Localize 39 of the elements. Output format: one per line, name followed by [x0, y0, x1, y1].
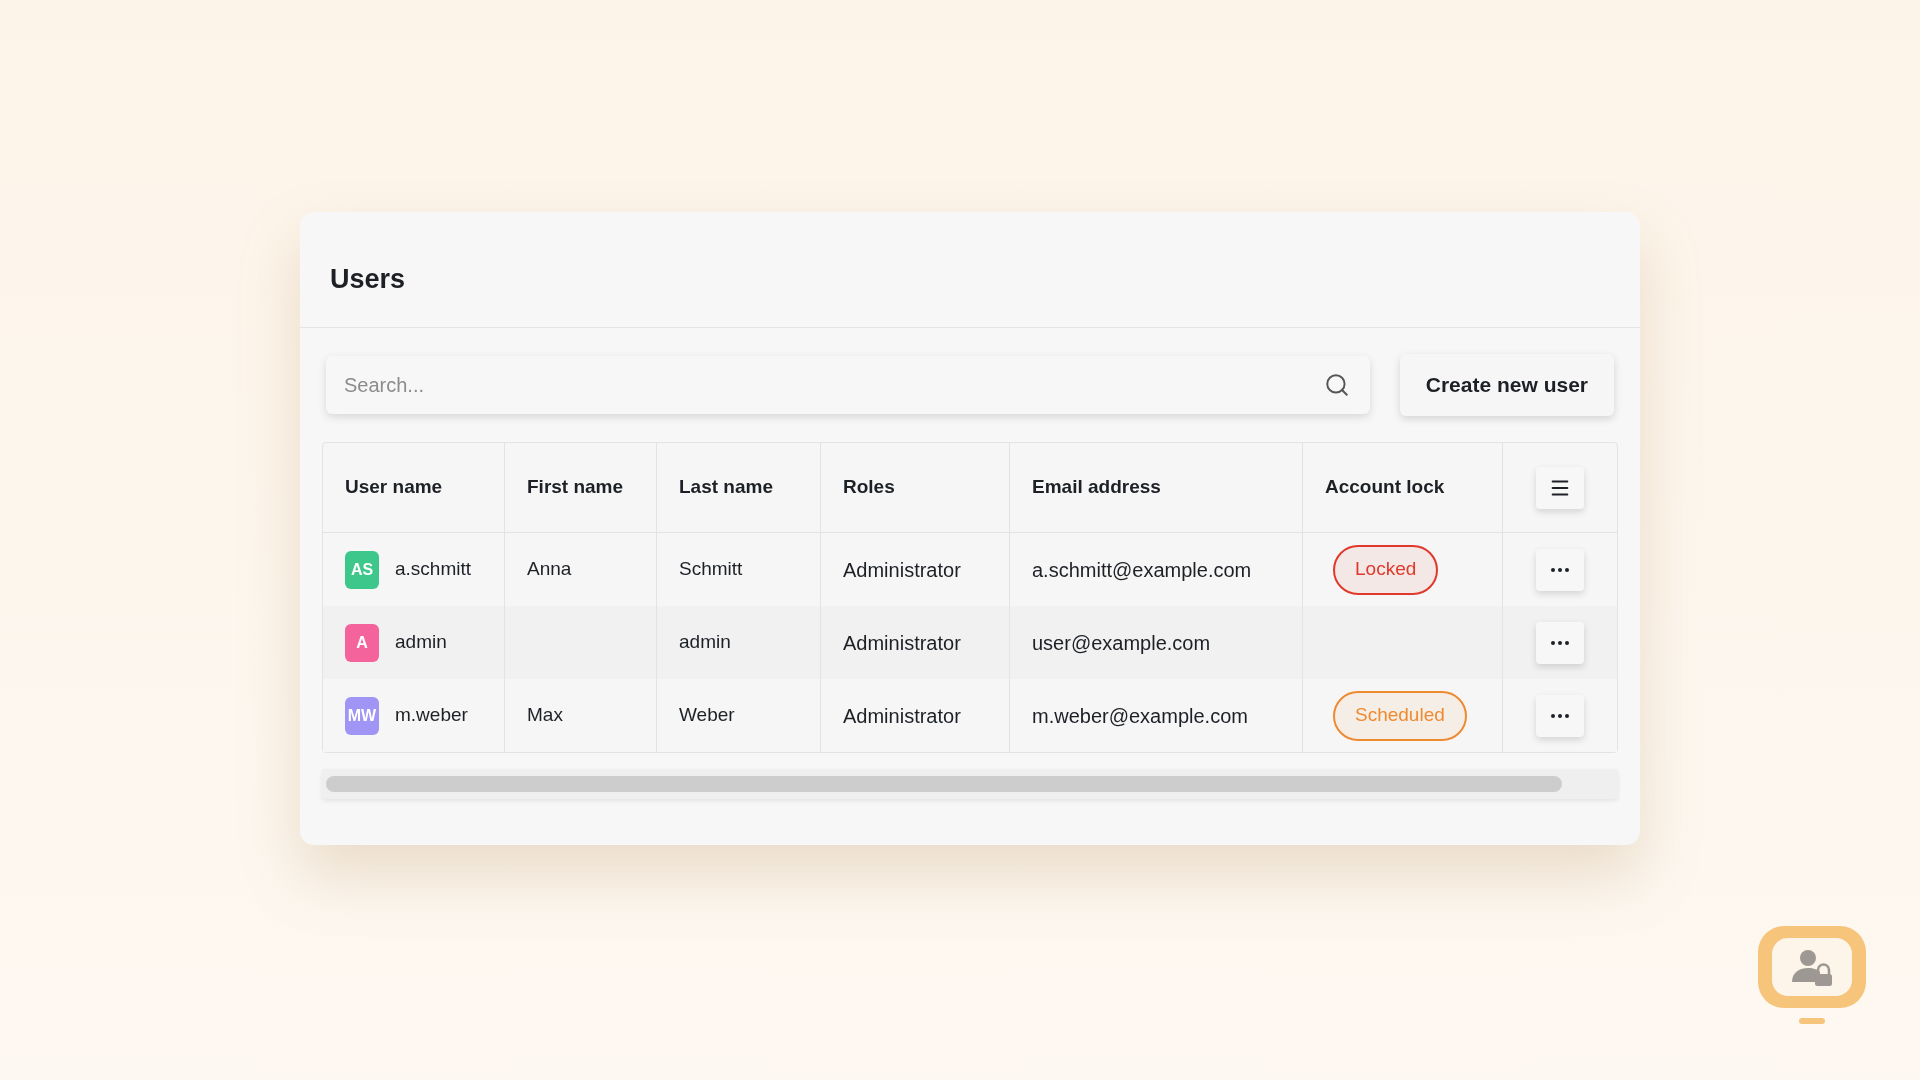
table-cell-text: Administrator	[843, 630, 961, 656]
table-cell-text: admin	[679, 630, 731, 655]
column-header: Roles	[843, 475, 895, 500]
table-cell-text: Anna	[527, 557, 572, 582]
user-avatar: AS	[345, 550, 379, 589]
user-avatar: A	[345, 623, 379, 662]
scrollbar-thumb[interactable]	[326, 776, 1563, 792]
table-cell-text: Schmitt	[679, 557, 743, 582]
create-user-button[interactable]: Create new user	[1399, 354, 1614, 416]
search-field[interactable]: Search...	[326, 356, 1370, 414]
table-cell-text: m.weber	[395, 703, 468, 728]
column-menu-button[interactable]	[1536, 466, 1584, 509]
table-cell-text: a.schmitt	[395, 557, 472, 582]
table-cell-text: a.schmitt@example.com	[1032, 557, 1252, 583]
row-actions-button[interactable]	[1536, 548, 1584, 591]
row-actions-button[interactable]	[1536, 621, 1584, 664]
more-icon	[1551, 713, 1569, 718]
more-icon	[1551, 567, 1569, 572]
table-cell-text: m.weber@example.com	[1032, 703, 1248, 729]
table-cell-text: Administrator	[843, 557, 961, 583]
table-cell-text: Administrator	[843, 703, 961, 729]
column-header: Email address	[1032, 475, 1161, 500]
row-actions-button[interactable]	[1536, 694, 1584, 737]
table-cell-text: Max	[527, 703, 563, 728]
table-cell-text: user@example.com	[1032, 630, 1211, 656]
column-header: First name	[527, 475, 624, 500]
column-header: Last name	[679, 475, 773, 500]
column-header: User name	[345, 475, 443, 500]
table-cell-text: admin	[395, 630, 447, 655]
user-avatar: MW	[345, 696, 379, 735]
more-icon	[1551, 640, 1569, 645]
table-cell-text: Weber	[679, 703, 735, 728]
search-icon	[1323, 372, 1350, 398]
status-badge: Locked	[1333, 544, 1439, 595]
status-badge: Scheduled	[1333, 690, 1467, 741]
monitor-user-lock-icon	[1756, 924, 1868, 1026]
page-title: Users	[330, 266, 406, 293]
column-header: Account lock	[1325, 475, 1445, 500]
horizontal-scrollbar[interactable]	[322, 769, 1618, 799]
